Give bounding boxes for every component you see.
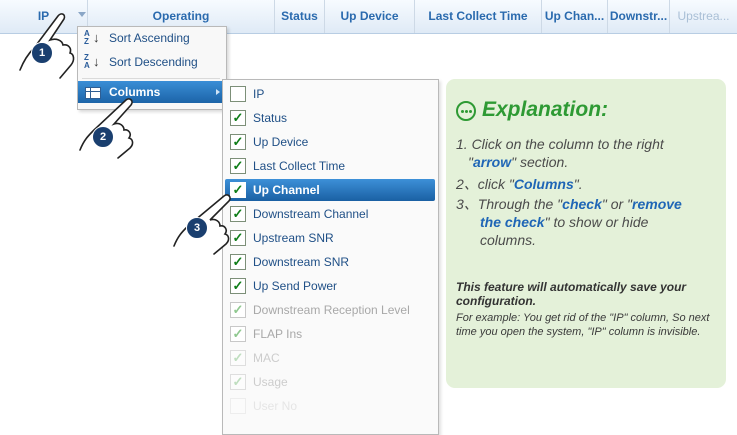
column-toggle-user-no[interactable]: User No [225, 395, 435, 417]
checkbox-unchecked[interactable] [230, 398, 246, 414]
column-toggle-label: MAC [253, 351, 280, 365]
column-header-label: Last Collect Time [428, 9, 528, 23]
column-header-label: Downstr... [609, 9, 668, 23]
column-toggle-label: User No [253, 399, 298, 413]
column-header-status[interactable]: Status [275, 0, 325, 33]
column-toggle-label: FLAP Ins [253, 327, 303, 341]
columns-submenu: IP ✓ Status ✓ Up Device ✓ Last Collect T… [222, 79, 439, 435]
checkbox-checked[interactable]: ✓ [230, 278, 246, 294]
checkbox-checked[interactable]: ✓ [230, 326, 246, 342]
column-toggle-label: Up Device [253, 135, 309, 149]
column-toggle-last-collect-time[interactable]: ✓ Last Collect Time [225, 155, 435, 177]
sort-ascending-icon: A Z ↓ [84, 29, 100, 46]
column-toggle-up-send-power[interactable]: ✓ Up Send Power [225, 275, 435, 297]
sort-ascending-label: Sort Ascending [109, 31, 190, 45]
column-header-label: Up Device [340, 9, 399, 23]
column-toggle-label: Up Send Power [253, 279, 338, 293]
explanation-panel: Explanation: 1. Click on the column to t… [446, 79, 726, 388]
column-toggle-downstream-reception-level[interactable]: ✓ Downstream Reception Level [225, 299, 435, 321]
column-toggle-label: Usage [253, 375, 288, 389]
step-1: 1. Click on the column to the right "arr… [456, 136, 664, 170]
column-toggle-downstream-channel[interactable]: ✓ Downstream Channel [225, 203, 435, 225]
sort-descending-item[interactable]: Z A ↓ Sort Descending [78, 51, 226, 73]
checkbox-checked[interactable]: ✓ [230, 254, 246, 270]
column-toggle-label: Downstream Reception Level [253, 303, 410, 317]
step-2: 2、click "Columns". [456, 176, 583, 192]
submenu-arrow-icon [216, 89, 220, 95]
column-header-downstream[interactable]: Downstr... [608, 0, 670, 33]
note-body: For example: You get rid of the "IP" col… [456, 312, 710, 338]
sort-descending-label: Sort Descending [109, 55, 198, 69]
column-toggle-upstream-snr[interactable]: ✓ Upstream SNR [225, 227, 435, 249]
column-header-label: Status [281, 9, 318, 23]
column-toggle-status[interactable]: ✓ Status [225, 107, 435, 129]
checkbox-checked[interactable]: ✓ [230, 302, 246, 318]
step-badge-2: 2 [92, 126, 114, 148]
column-toggle-ip[interactable]: IP [225, 83, 435, 105]
column-header-up-channel[interactable]: Up Chan... [542, 0, 608, 33]
column-toggle-label: Up Channel [253, 183, 320, 197]
column-toggle-label: IP [253, 87, 265, 101]
column-toggle-label: Last Collect Time [253, 159, 346, 173]
column-toggle-label: Downstream SNR [253, 255, 350, 269]
speech-bubble-icon [456, 101, 476, 121]
checkbox-checked[interactable]: ✓ [230, 110, 246, 126]
checkbox-unchecked[interactable] [230, 86, 246, 102]
column-header-label: Operating [152, 9, 210, 23]
column-header-label: Upstrea... [677, 9, 730, 23]
sort-descending-icon: Z A ↓ [84, 53, 100, 70]
column-toggle-usage[interactable]: ✓ Usage [225, 371, 435, 393]
column-toggle-up-channel[interactable]: ✓ Up Channel [225, 179, 435, 201]
step-badge-1: 1 [31, 42, 53, 64]
column-header-up-device[interactable]: Up Device [325, 0, 415, 33]
column-toggle-label: Downstream Channel [253, 207, 369, 221]
column-toggle-label: Upstream SNR [253, 231, 334, 245]
checkbox-checked[interactable]: ✓ [230, 374, 246, 390]
column-toggle-label: Status [253, 111, 288, 125]
explanation-title: Explanation: [482, 98, 609, 121]
menu-divider [82, 78, 220, 79]
column-header-upstream[interactable]: Upstrea... [670, 0, 737, 33]
column-header-label: Up Chan... [544, 9, 605, 23]
checkbox-checked[interactable]: ✓ [230, 350, 246, 366]
sort-ascending-item[interactable]: A Z ↓ Sort Ascending [78, 27, 226, 49]
checkbox-checked[interactable]: ✓ [230, 134, 246, 150]
note-heading: This feature will automatically save you… [456, 280, 687, 308]
column-toggle-mac[interactable]: ✓ MAC [225, 347, 435, 369]
checkbox-checked[interactable]: ✓ [230, 158, 246, 174]
column-toggle-up-device[interactable]: ✓ Up Device [225, 131, 435, 153]
step-3: 3、Through the "check" or "remove the che… [456, 196, 682, 248]
column-toggle-downstream-snr[interactable]: ✓ Downstream SNR [225, 251, 435, 273]
column-header-last-collect-time[interactable]: Last Collect Time [415, 0, 542, 33]
column-toggle-flap-ins[interactable]: ✓ FLAP Ins [225, 323, 435, 345]
step-badge-3: 3 [186, 217, 208, 239]
